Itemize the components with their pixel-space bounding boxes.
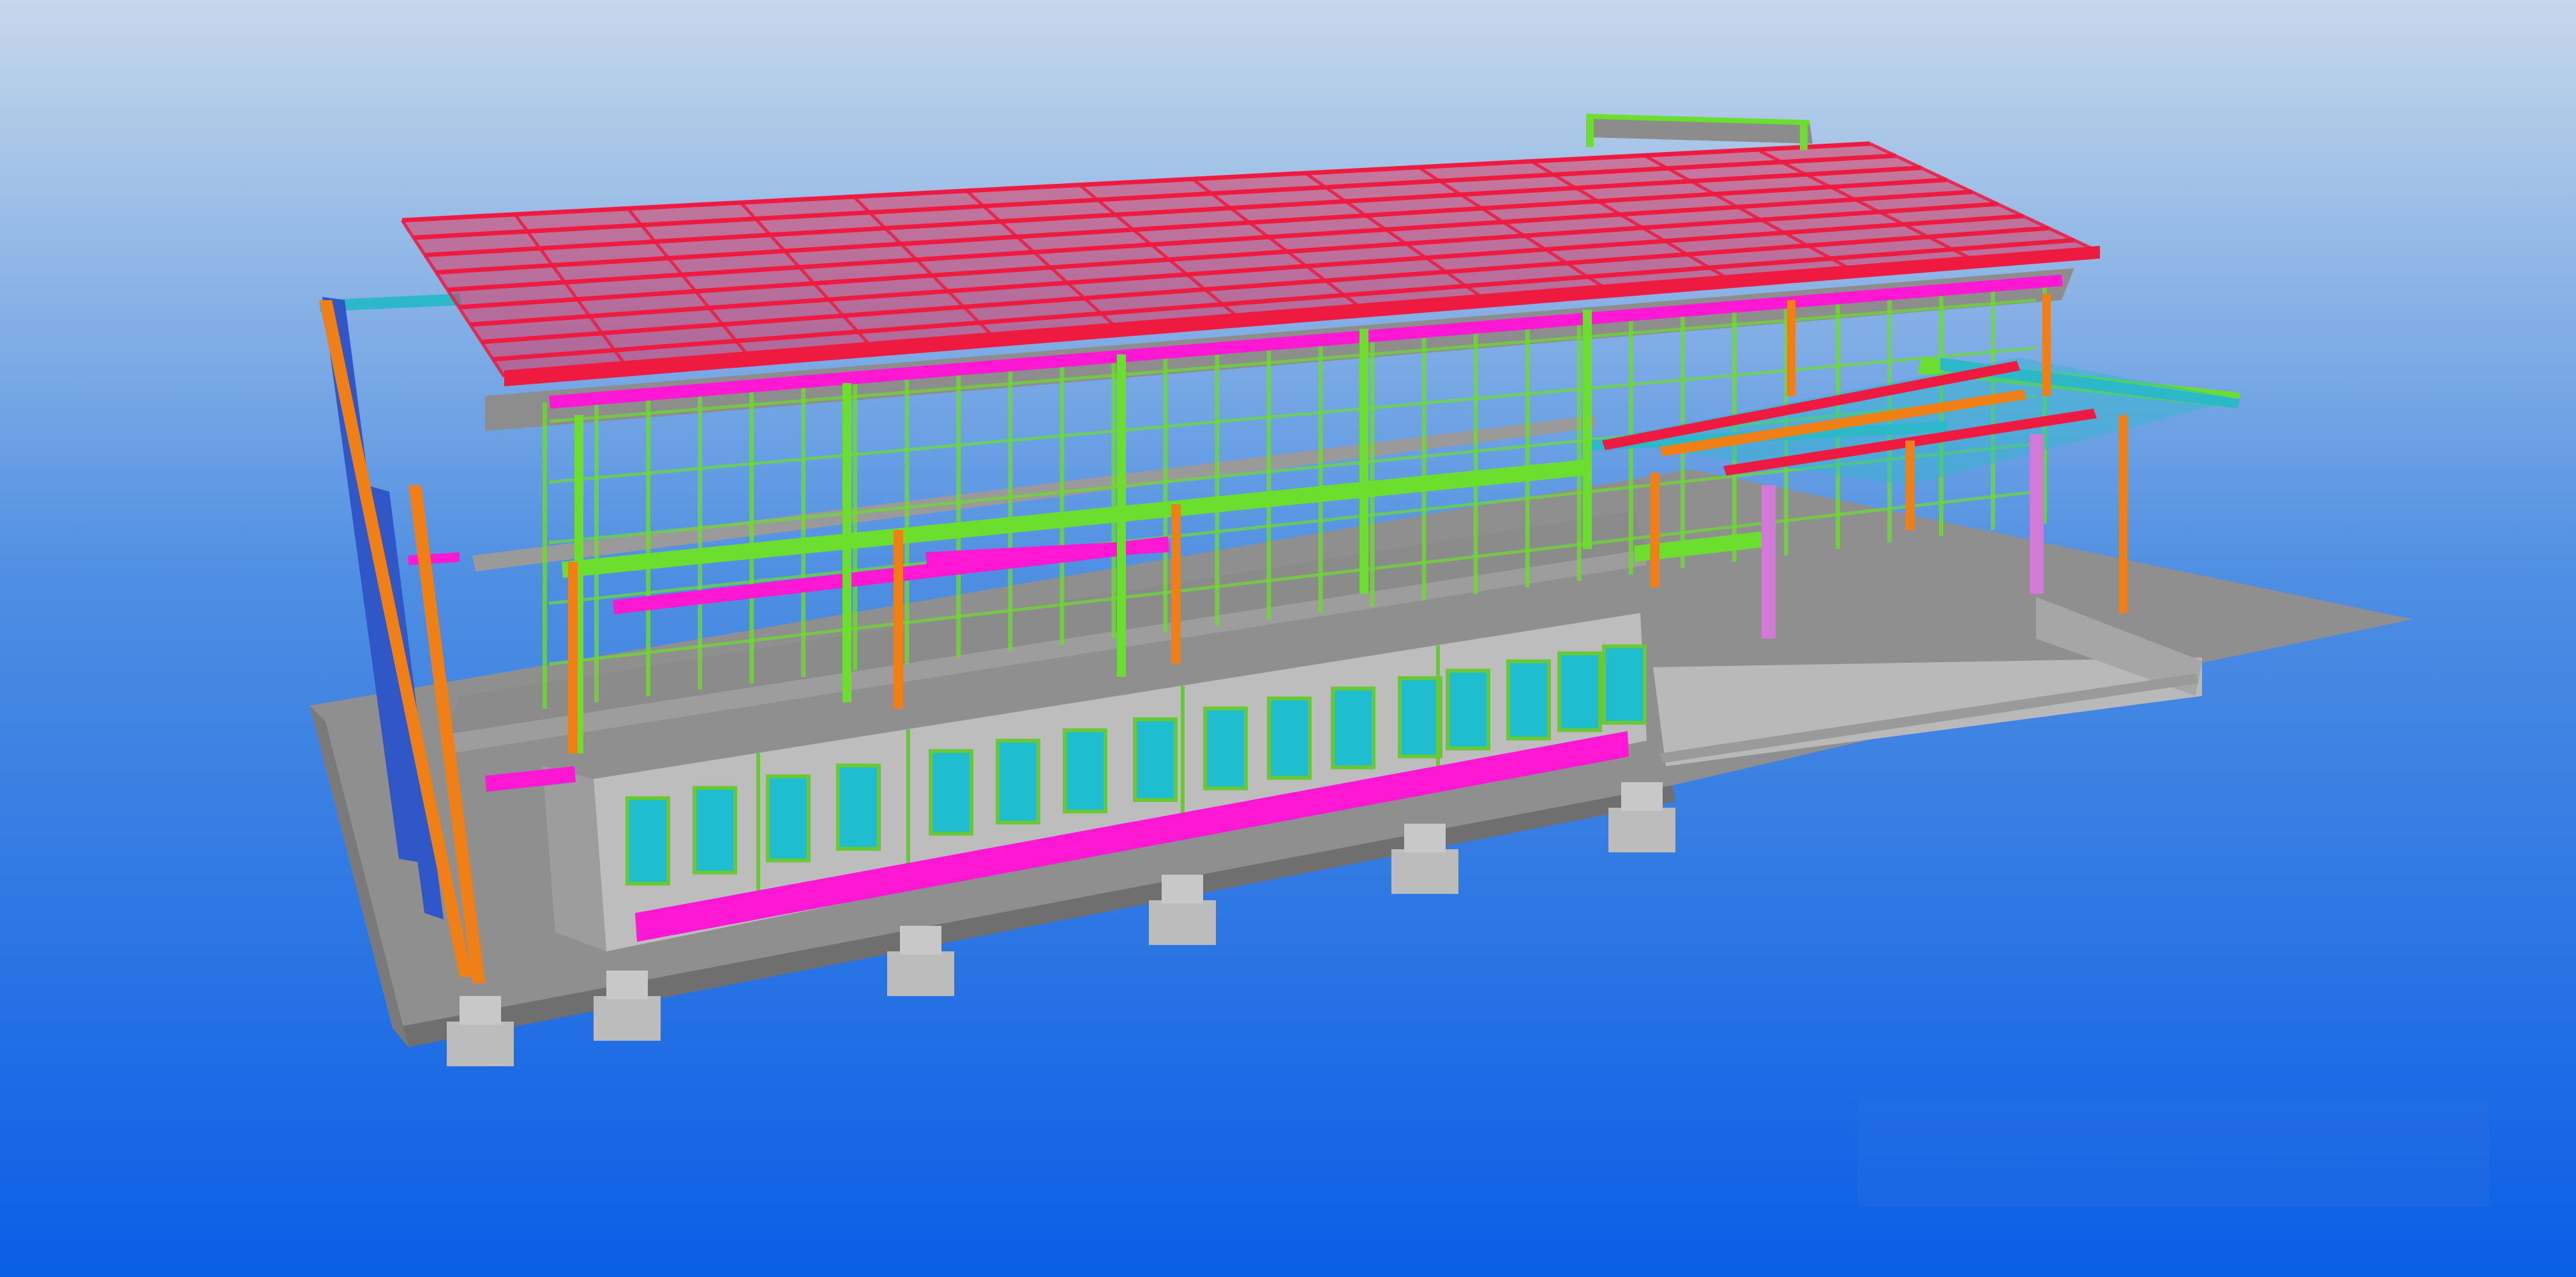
building-model-scene[interactable] <box>0 0 2576 1277</box>
column-orange[interactable] <box>1905 441 1915 530</box>
pedestal[interactable] <box>900 926 941 955</box>
frame-post[interactable] <box>1473 327 1478 594</box>
frame-post[interactable] <box>543 402 547 709</box>
column-canopy[interactable] <box>2119 415 2127 613</box>
column-canopy[interactable] <box>1787 300 1795 396</box>
window-pane[interactable] <box>770 778 807 859</box>
column-orange[interactable] <box>568 562 578 753</box>
column-green[interactable] <box>842 383 851 702</box>
window-pane[interactable] <box>629 800 666 882</box>
column-orange[interactable] <box>1650 472 1659 587</box>
footing[interactable] <box>594 996 661 1041</box>
window-pane[interactable] <box>1067 732 1104 810</box>
frame-post[interactable] <box>1163 352 1168 632</box>
frame-post[interactable] <box>749 385 754 683</box>
window-pane[interactable] <box>1000 743 1037 821</box>
frame-post[interactable] <box>1525 322 1530 587</box>
frame-post[interactable] <box>1576 318 1582 581</box>
column-green[interactable] <box>1117 354 1126 677</box>
window-pane[interactable] <box>1207 710 1244 787</box>
pedestal[interactable] <box>1162 875 1203 903</box>
window-pane[interactable] <box>1271 700 1308 776</box>
frame-post[interactable] <box>1111 356 1116 638</box>
window-pane[interactable] <box>932 753 970 832</box>
window-pane[interactable] <box>1510 663 1547 737</box>
frame-post[interactable] <box>646 393 651 696</box>
frame-post[interactable] <box>698 389 703 690</box>
frame-post[interactable] <box>801 381 806 677</box>
footing[interactable] <box>1608 808 1675 852</box>
wall-joint[interactable] <box>1436 645 1440 782</box>
pedestal[interactable] <box>606 971 648 999</box>
window-pane[interactable] <box>1561 655 1598 729</box>
column-green[interactable] <box>1359 329 1368 594</box>
info-panel <box>1857 1098 2489 1207</box>
window-pane[interactable] <box>1402 680 1439 755</box>
column-orange[interactable] <box>1171 504 1181 664</box>
frame-post[interactable] <box>904 373 910 664</box>
footing[interactable] <box>887 951 954 996</box>
window-pane[interactable] <box>696 789 733 871</box>
window-pane[interactable] <box>840 767 877 847</box>
pedestal[interactable] <box>460 996 501 1025</box>
frame-post[interactable] <box>594 398 599 702</box>
frame-post[interactable] <box>1215 347 1220 626</box>
footing[interactable] <box>1391 849 1458 894</box>
frame-post[interactable] <box>1370 335 1375 607</box>
column-orange[interactable] <box>894 530 903 709</box>
wall-joint[interactable] <box>1181 686 1185 833</box>
pedestal[interactable] <box>1404 824 1446 852</box>
column-pink[interactable] <box>1762 485 1776 638</box>
window-pane[interactable] <box>1606 648 1643 721</box>
footing[interactable] <box>1149 900 1216 945</box>
frame-post[interactable] <box>1266 344 1271 619</box>
frame-post[interactable] <box>956 368 961 658</box>
model-viewport[interactable] <box>0 0 2576 1277</box>
footing[interactable] <box>447 1022 514 1066</box>
frame-post[interactable] <box>1421 331 1427 600</box>
window-pane[interactable] <box>1449 672 1486 747</box>
frame-post[interactable] <box>1060 360 1065 645</box>
column-pink[interactable] <box>2030 434 2044 594</box>
column-green[interactable] <box>1583 310 1592 549</box>
window-pane[interactable] <box>1137 721 1174 798</box>
column-canopy[interactable] <box>2042 294 2051 396</box>
pedestal[interactable] <box>1621 782 1663 811</box>
frame-post[interactable] <box>1318 339 1323 613</box>
frame-post[interactable] <box>1008 365 1013 651</box>
frame-post[interactable] <box>853 377 858 670</box>
window-pane[interactable] <box>1335 690 1372 766</box>
